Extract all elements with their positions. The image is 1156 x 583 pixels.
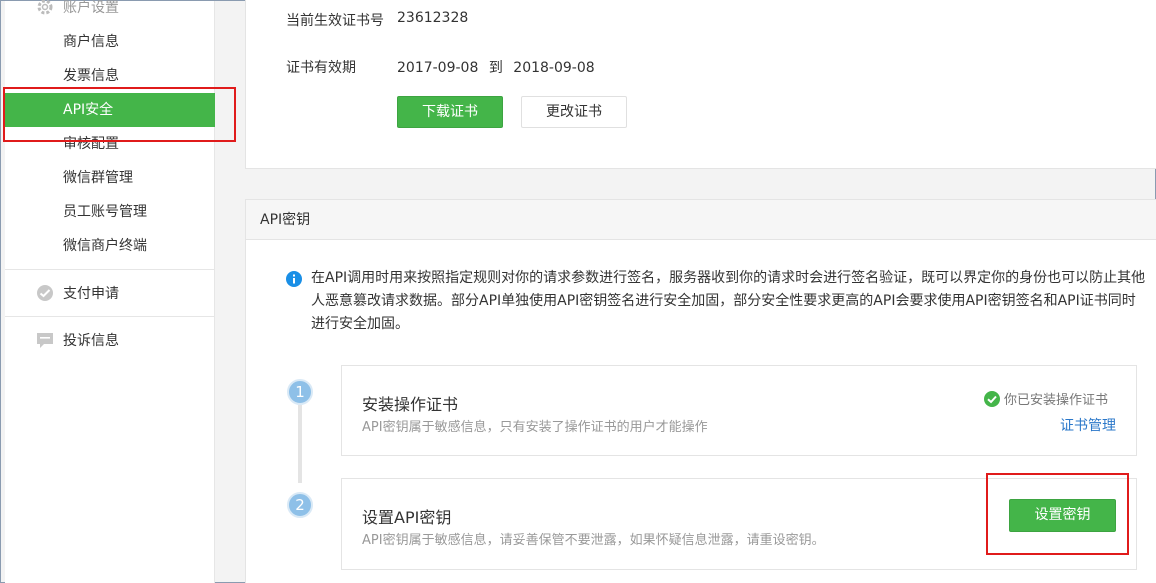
change-cert-button[interactable]: 更改证书	[521, 96, 627, 128]
cert-validity-to: 到	[488, 60, 503, 76]
sidebar-divider	[5, 269, 215, 270]
check-circle-icon	[984, 390, 1000, 407]
cert-validity-range: 2017-09-08 到 2018-09-08	[397, 57, 595, 77]
step-title-set-api-key: 设置API密钥	[362, 508, 452, 527]
info-icon	[286, 271, 302, 287]
cert-installed-status-text: 你已安装操作证书	[1004, 393, 1109, 408]
step-number-2: 2	[287, 492, 313, 518]
api-key-info-text: 在API调用时用来按照指定规则对你的请求参数进行签名，服务器收到你的请求时会进行…	[311, 270, 1146, 332]
sidebar-divider	[5, 316, 215, 317]
download-cert-button[interactable]: 下载证书	[397, 96, 503, 128]
sidebar-group-account-label: 账户设置	[63, 0, 119, 16]
sidebar-item-merchant-terminal[interactable]: 微信商户终端	[5, 229, 215, 263]
gear-icon	[37, 0, 53, 15]
message-icon	[37, 333, 53, 348]
cert-validity-label: 证书有效期	[286, 60, 356, 76]
cert-installed-status: 你已安装操作证书	[984, 389, 1108, 408]
cert-number-value: 23612328	[397, 10, 469, 26]
step-connector	[298, 405, 302, 483]
checkmark-bubble-icon	[37, 285, 53, 301]
sidebar-group-payment[interactable]: 支付申请	[35, 283, 119, 303]
highlight-box-api-security	[3, 87, 236, 142]
sidebar-group-complaint-label: 投诉信息	[63, 333, 119, 349]
sidebar-item-staff-accounts[interactable]: 员工账号管理	[5, 195, 215, 229]
highlight-box-set-key	[986, 473, 1129, 555]
step-number-1: 1	[287, 379, 313, 405]
cert-validity-end: 2018-09-08	[513, 60, 595, 76]
sidebar-item-wechat-group[interactable]: 微信群管理	[5, 161, 215, 195]
step-card-install-cert: 安装操作证书 API密钥属于敏感信息，只有安装了操作证书的用户才能操作 你已安装…	[341, 365, 1137, 456]
sidebar-group-payment-label: 支付申请	[63, 286, 119, 302]
cert-validity-start: 2017-09-08	[397, 60, 479, 76]
step-desc-set-api-key: API密钥属于敏感信息，请妥善保管不要泄露，如果怀疑信息泄露，请重设密钥。	[362, 533, 825, 548]
step-desc-install-cert: API密钥属于敏感信息，只有安装了操作证书的用户才能操作	[362, 420, 708, 435]
sidebar-group-account[interactable]: 账户设置	[35, 0, 119, 17]
cert-manage-link[interactable]: 证书管理	[1060, 415, 1116, 435]
cert-number-label: 当前生效证书号	[286, 13, 384, 29]
step-title-install-cert: 安装操作证书	[362, 395, 459, 414]
sidebar-group-complaint[interactable]: 投诉信息	[35, 330, 119, 350]
api-key-section-title: API密钥	[246, 200, 1156, 240]
certificate-panel: 当前生效证书号 23612328 证书有效期 2017-09-08 到 2018…	[245, 0, 1156, 169]
sidebar-item-merchant-info[interactable]: 商户信息	[5, 25, 215, 59]
